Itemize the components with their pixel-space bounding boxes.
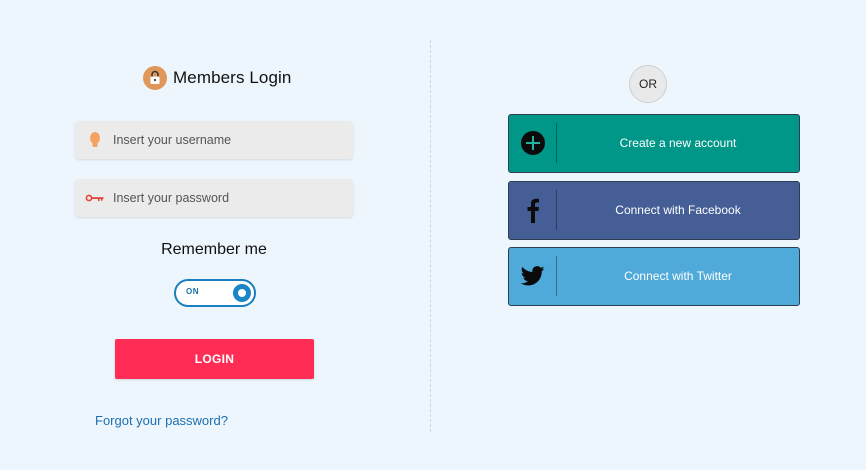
- facebook-icon: [509, 182, 556, 237]
- remember-me-row: Remember me: [0, 241, 430, 259]
- password-field[interactable]: [75, 179, 353, 217]
- remember-me-toggle[interactable]: ON: [174, 279, 256, 307]
- facebook-connect-label: Connect with Facebook: [615, 202, 741, 217]
- page-title: Members Login: [173, 68, 292, 87]
- twitter-bird-icon: [509, 248, 556, 303]
- remember-me-label: Remember me: [161, 241, 267, 258]
- or-badge: OR: [629, 65, 667, 103]
- person-icon: [85, 130, 105, 150]
- create-account-label: Create a new account: [619, 135, 737, 150]
- password-input[interactable]: [113, 179, 343, 217]
- username-input[interactable]: [113, 121, 343, 159]
- toggle-state-label: ON: [186, 287, 199, 296]
- login-panel: Members Login Remember me ON LOGIN For: [0, 0, 430, 470]
- forgot-password-link[interactable]: Forgot your password?: [95, 413, 228, 428]
- twitter-connect-button[interactable]: Connect with Twitter: [508, 247, 800, 306]
- create-account-button[interactable]: Create a new account: [508, 114, 800, 173]
- facebook-connect-button[interactable]: Connect with Facebook: [508, 181, 800, 240]
- key-icon: [85, 188, 105, 208]
- login-button[interactable]: LOGIN: [115, 339, 314, 379]
- plus-circle-icon: [509, 115, 556, 170]
- social-panel: OR Create a new account Connect with Fac…: [431, 0, 866, 470]
- twitter-connect-label: Connect with Twitter: [624, 268, 732, 283]
- login-header: Members Login: [143, 65, 291, 91]
- lock-icon: [143, 66, 167, 90]
- username-field[interactable]: [75, 121, 353, 159]
- toggle-knob: [233, 284, 251, 302]
